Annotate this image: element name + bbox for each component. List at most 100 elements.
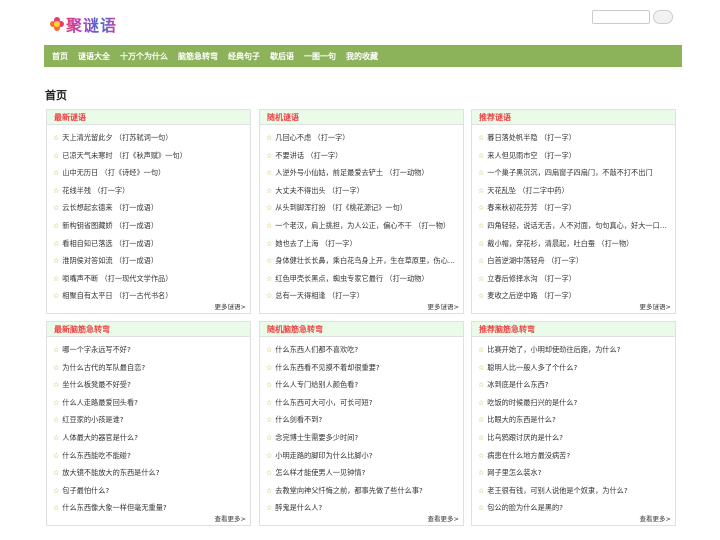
search-input[interactable] bbox=[592, 10, 650, 24]
list-item-text[interactable]: 包子最怕什么? bbox=[62, 486, 109, 495]
list-item-text[interactable]: 看相自知已落选 （打一成语） bbox=[62, 239, 158, 248]
list-item[interactable]: ☆ 看相自知已落选 （打一成语） bbox=[53, 235, 250, 253]
list-item-text[interactable]: 唢嘴声不断 （打一现代文学作品） bbox=[62, 274, 172, 283]
list-item[interactable]: ☆ 大丈夫不得出头 （打一字） bbox=[266, 182, 463, 200]
list-item-text[interactable]: 春来秋初花芬芳 （打一字） bbox=[487, 203, 576, 212]
list-item-text[interactable]: 山中无历日 （打《诗经》一句） bbox=[62, 168, 165, 177]
list-item-text[interactable]: 怎么样才能使男人一见钟情? bbox=[275, 468, 365, 477]
list-item[interactable]: ☆ 立春后修择水沟 （打一字） bbox=[478, 270, 675, 288]
list-item[interactable]: ☆ 唢嘴声不断 （打一现代文学作品） bbox=[53, 270, 250, 288]
nav-why[interactable]: 十万个为什么 bbox=[120, 51, 168, 62]
list-item[interactable]: ☆ 哪一个字永远写不好? bbox=[53, 341, 250, 359]
nav-riddles[interactable]: 谜语大全 bbox=[78, 51, 110, 62]
list-item-text[interactable]: 什么东西像大象一样但毫无重量? bbox=[62, 503, 166, 512]
list-item[interactable]: ☆ 什么东西看不见摸不着却很重要? bbox=[266, 359, 463, 377]
list-item[interactable]: ☆ 坐什么板凳最不好受? bbox=[53, 376, 250, 394]
list-item[interactable]: ☆ 聪明人比一般人多了个什么? bbox=[478, 359, 675, 377]
list-item[interactable]: ☆ 不要讲话 （打一字） bbox=[266, 147, 463, 165]
list-item[interactable]: ☆ 戴小帽，穿花衫，清晨起，吐白蚕 （打一物） bbox=[478, 235, 675, 253]
list-item-text[interactable]: 大丈夫不得出头 （打一字） bbox=[275, 186, 364, 195]
list-item-text[interactable]: 人体最大的器官是什么? bbox=[62, 433, 138, 442]
list-item[interactable]: ☆ 山中无历日 （打《诗经》一句） bbox=[53, 164, 250, 182]
list-item[interactable]: ☆ 去教堂向神父忏悔之前，都事先做了些什么事? bbox=[266, 482, 463, 500]
list-item[interactable]: ☆ 比眼大的东西是什么? bbox=[478, 411, 675, 429]
list-item-text[interactable]: 天上清光留此夕 （打苏轼词一句） bbox=[62, 133, 172, 142]
list-item[interactable]: ☆ 小明走路的脚印为什么比脚小? bbox=[266, 447, 463, 465]
list-item-text[interactable]: 比乌鸦跟讨厌的是什么? bbox=[487, 433, 563, 442]
list-item-text[interactable]: 什么剑看不到? bbox=[275, 415, 322, 424]
list-item[interactable]: ☆ 春来秋初花芬芳 （打一字） bbox=[478, 199, 675, 217]
list-item[interactable]: ☆ 来人但见雨市空 （打一字） bbox=[478, 147, 675, 165]
list-item-text[interactable]: 什么东西人们都不喜欢吃? bbox=[275, 345, 358, 354]
nav-brain-teasers[interactable]: 脑筋急转弯 bbox=[178, 51, 218, 62]
list-item-text[interactable]: 什么东西看不见摸不着却很重要? bbox=[275, 363, 379, 372]
list-item[interactable]: ☆四角轻轻，说话无舌，人不对面，句句真心，好大一口气 （打一物） bbox=[478, 217, 675, 235]
list-item[interactable]: ☆ 为什么古代的军队最自恋? bbox=[53, 359, 250, 377]
list-item[interactable]: ☆ 天花乱坠 （打二字中药） bbox=[478, 182, 675, 200]
list-item[interactable]: ☆ 老王很有钱，可别人说他是个奴隶，为什么? bbox=[478, 482, 675, 500]
list-item[interactable]: ☆ 人体最大的器官是什么? bbox=[53, 429, 250, 447]
list-item[interactable]: ☆ 什么东西可大可小，可长可短? bbox=[266, 394, 463, 412]
list-item-text[interactable]: 什么人走路最爱回头看? bbox=[62, 398, 138, 407]
list-item-text[interactable]: 念完博士生需要多少时间? bbox=[275, 433, 358, 442]
list-item-text[interactable]: 身体健壮长长鼻，乘白花鸟身上开，生在草原里，伤心流泪又无声 （打一动物） bbox=[275, 256, 463, 265]
list-item-text[interactable]: 总有一天得相逢 （打一字） bbox=[275, 291, 364, 300]
list-item[interactable]: ☆ 网子里怎么装水? bbox=[478, 464, 675, 482]
list-item[interactable]: ☆ 云长想起玄德来 （打一成语） bbox=[53, 199, 250, 217]
list-item-text[interactable]: 什么人专门给别人颜色看? bbox=[275, 380, 358, 389]
list-item[interactable]: ☆ 比赛开始了，小明却使劲往后跑，为什么? bbox=[478, 341, 675, 359]
list-item-text[interactable]: 云长想起玄德来 （打一成语） bbox=[62, 203, 158, 212]
list-item[interactable]: ☆ 放大镜不能放大的东西是什么? bbox=[53, 464, 250, 482]
nav-quotes[interactable]: 经典句子 bbox=[228, 51, 260, 62]
list-item-text[interactable]: 为什么古代的军队最自恋? bbox=[62, 363, 145, 372]
list-item[interactable]: ☆ 念完博士生需要多少时间? bbox=[266, 429, 463, 447]
list-item-text[interactable]: 什么东西能吃不能碰? bbox=[62, 451, 131, 460]
list-item-text[interactable]: 四角轻轻，说话无舌，人不对面，句句真心，好大一口气 （打一物） bbox=[487, 221, 675, 230]
list-item-text[interactable]: 暮日落处帆半隐 （打一字） bbox=[487, 133, 576, 142]
list-item[interactable]: ☆ 红色甲壳长黑点，蜘虫专家它最行 （打一动物） bbox=[266, 270, 463, 288]
list-item-text[interactable]: 包公的脸为什么是黑的? bbox=[487, 503, 563, 512]
list-item-text[interactable]: 冰到底是什么东西? bbox=[487, 380, 548, 389]
list-item-text[interactable]: 几回心不虑 （打一字） bbox=[275, 133, 349, 142]
list-item-text[interactable]: 吃饭的时候最扫兴的是什么? bbox=[487, 398, 577, 407]
list-item[interactable]: ☆ 红豆家的小孩是谁? bbox=[53, 411, 250, 429]
list-item[interactable]: ☆ 什么人专门给别人颜色看? bbox=[266, 376, 463, 394]
list-item-text[interactable]: 立春后修择水沟 （打一字） bbox=[487, 274, 576, 283]
list-item-text[interactable]: 新构钥省图藏娇 （打一成语） bbox=[62, 221, 158, 230]
more-link[interactable]: 查看更多> bbox=[215, 513, 246, 523]
more-link[interactable]: 更多谜语> bbox=[640, 301, 671, 311]
list-item-text[interactable]: 哪一个字永远写不好? bbox=[62, 345, 131, 354]
list-item[interactable]: ☆ 暮日落处帆半隐 （打一字） bbox=[478, 129, 675, 147]
list-item[interactable]: ☆ 病患在什么地方最没病苦? bbox=[478, 447, 675, 465]
list-item[interactable]: ☆ 花线半残 （打一字） bbox=[53, 182, 250, 200]
list-item[interactable]: ☆ 什么东西人们都不喜欢吃? bbox=[266, 341, 463, 359]
list-item-text[interactable]: 老王很有钱，可别人说他是个奴隶，为什么? bbox=[487, 486, 627, 495]
list-item[interactable]: ☆ 从头到脚浑打扮 （打《桃花源记》一句） bbox=[266, 199, 463, 217]
list-item-text[interactable]: 白首逆湖中荡轻舟 （打一字） bbox=[487, 256, 583, 265]
list-item-text[interactable]: 已凉天气未寒时 （打《秋声赋》一句） bbox=[62, 151, 186, 160]
nav-favorites[interactable]: 我的收藏 bbox=[346, 51, 378, 62]
list-item-text[interactable]: 病患在什么地方最没病苦? bbox=[487, 451, 570, 460]
list-item-text[interactable]: 聪明人比一般人多了个什么? bbox=[487, 363, 577, 372]
site-logo[interactable]: 聚谜语 bbox=[50, 12, 117, 36]
more-link[interactable]: 更多谜语> bbox=[215, 301, 246, 311]
list-item[interactable]: ☆ 白首逆湖中荡轻舟 （打一字） bbox=[478, 252, 675, 270]
nav-picture-sentence[interactable]: 一图一句 bbox=[304, 51, 336, 62]
list-item[interactable]: ☆ 一个巢子黑沉沉，四扇窗子四扇门，不敲不打不出门 bbox=[478, 164, 675, 182]
list-item[interactable]: ☆ 什么东西能吃不能碰? bbox=[53, 447, 250, 465]
list-item[interactable]: ☆ 淮阴侯对答如流 （打一成语） bbox=[53, 252, 250, 270]
list-item[interactable]: ☆ 新构钥省图藏娇 （打一成语） bbox=[53, 217, 250, 235]
list-item-text[interactable]: 从头到脚浑打扮 （打《桃花源记》一句） bbox=[275, 203, 407, 212]
list-item-text[interactable]: 淮阴侯对答如流 （打一成语） bbox=[62, 256, 158, 265]
list-item-text[interactable]: 来人但见雨市空 （打一字） bbox=[487, 151, 576, 160]
list-item-text[interactable]: 不要讲话 （打一字） bbox=[275, 151, 342, 160]
list-item-text[interactable]: 比眼大的东西是什么? bbox=[487, 415, 556, 424]
list-item[interactable]: ☆ 一个老汉，肩上挑担，为人公正，偏心不干 （打一物） bbox=[266, 217, 463, 235]
list-item[interactable]: ☆ 人逆外号小仙姑，前足最爱去铲土 （打一动物） bbox=[266, 164, 463, 182]
list-item-text[interactable]: 一个巢子黑沉沉，四扇窗子四扇门，不敲不打不出门 bbox=[487, 168, 652, 177]
more-link[interactable]: 查看更多> bbox=[428, 513, 459, 523]
nav-xiehouyu[interactable]: 歇后语 bbox=[270, 51, 294, 62]
list-item-text[interactable]: 麦收之后逆中路 （打一字） bbox=[487, 291, 576, 300]
list-item-text[interactable]: 网子里怎么装水? bbox=[487, 468, 541, 477]
search-button[interactable] bbox=[653, 10, 673, 24]
